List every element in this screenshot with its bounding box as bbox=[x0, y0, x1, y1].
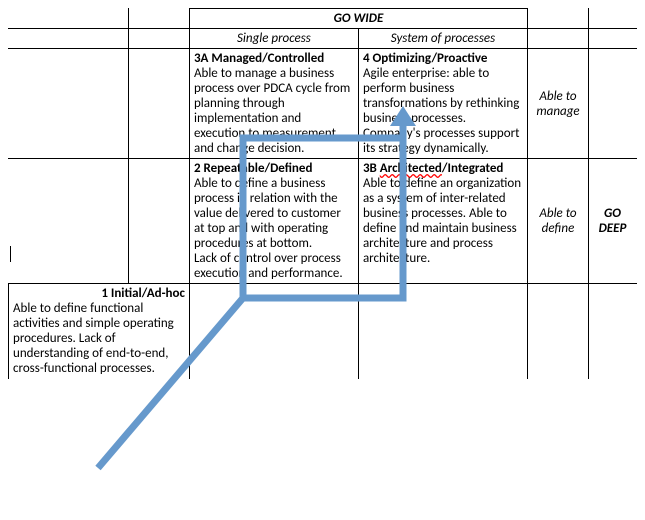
go-deep-header: GO DEEP bbox=[589, 159, 637, 284]
cell-1-title: 1 Initial/Ad-hoc bbox=[13, 286, 185, 301]
spellcheck-word: Architected bbox=[380, 161, 442, 176]
cell-3a: 3A Managed/Controlled Able to manage a b… bbox=[189, 49, 358, 159]
cell-2: 2 Repeatable/Defined Able to define a bu… bbox=[189, 159, 358, 284]
cell-3a-title: 3A Managed/Controlled bbox=[194, 51, 354, 66]
row-manage: 3A Managed/Controlled Able to manage a b… bbox=[9, 49, 637, 159]
text-cursor bbox=[10, 246, 11, 262]
maturity-matrix: GO WIDE Single process System of process… bbox=[8, 8, 637, 379]
single-process-header: Single process bbox=[189, 29, 358, 49]
cell-3b-body: Able to define an organization as a syst… bbox=[363, 176, 523, 266]
side-label-define: Able to define bbox=[527, 159, 588, 284]
row-define: 2 Repeatable/Defined Able to define a bu… bbox=[9, 159, 637, 284]
side-label-manage: Able to manage bbox=[527, 49, 588, 159]
cell-1-body: Able to define functional activities and… bbox=[13, 301, 185, 376]
cell-3b: 3B Architected/Integrated Able to define… bbox=[358, 159, 527, 284]
cell-3b-title: 3B Architected/Integrated bbox=[363, 161, 523, 176]
cell-3a-body: Able to manage a business process over P… bbox=[194, 66, 354, 156]
row-initial: 1 Initial/Ad-hoc Able to define function… bbox=[9, 284, 637, 379]
cell-1: 1 Initial/Ad-hoc Able to define function… bbox=[9, 284, 190, 379]
system-processes-header: System of processes bbox=[358, 29, 527, 49]
header-row-wide: GO WIDE bbox=[9, 9, 637, 29]
go-wide-header: GO WIDE bbox=[189, 9, 527, 29]
header-row-cols: Single process System of processes bbox=[9, 29, 637, 49]
cell-4-title: 4 Optimizing/Proactive bbox=[363, 51, 523, 66]
cell-2-body: Able to define a business process in rel… bbox=[194, 176, 354, 281]
cell-4-body: Agile enterprise: able to perform busine… bbox=[363, 66, 523, 156]
cell-2-title: 2 Repeatable/Defined bbox=[194, 161, 354, 176]
cell-4: 4 Optimizing/Proactive Agile enterprise:… bbox=[358, 49, 527, 159]
